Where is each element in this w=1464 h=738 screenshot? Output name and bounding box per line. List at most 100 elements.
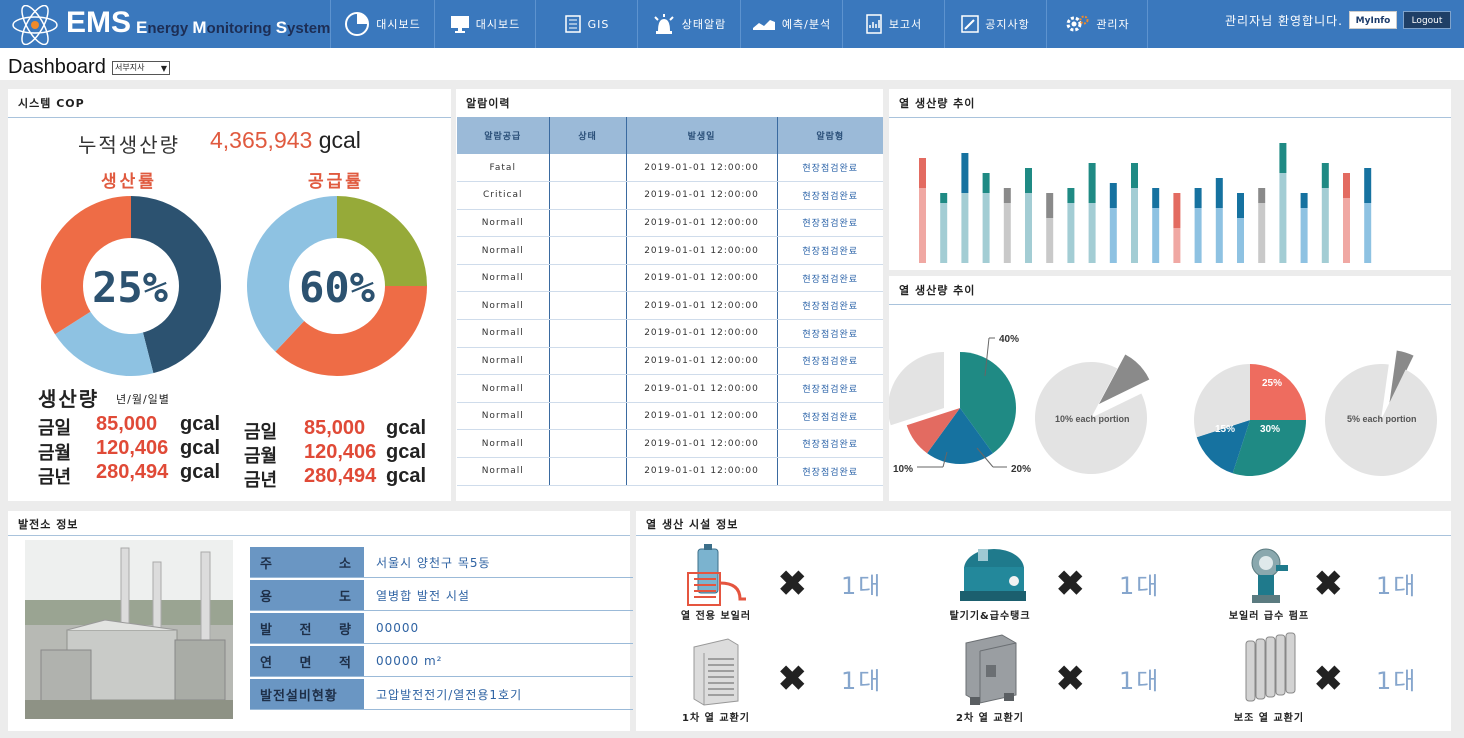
divider (889, 304, 1451, 305)
table-row[interactable]: Normall 2019-01-01 12:00:00 현장점검완료 (457, 457, 883, 486)
table-row[interactable]: Normall 2019-01-01 12:00:00 현장점검완료 (457, 319, 883, 348)
stat-value: 280,494 (96, 461, 169, 483)
nav-report[interactable]: 보고서 (842, 0, 944, 48)
facility-label: 보일러 급수 펌프 (1228, 611, 1310, 622)
divider (636, 535, 1451, 536)
plant-info-panel: 발전소 정보 주 소 서울시 양천구 목5동 용 도 열병합 발전 시설 발 전 량 00000 연… (8, 511, 633, 731)
alarm-type-cell: 현장점검완료 (777, 457, 883, 486)
stat-unit: gcal (180, 437, 221, 459)
bar-segment-top (1194, 188, 1202, 208)
plant-info-key: 연면적 (250, 646, 364, 676)
plant-info-key: 발전설비현황 (250, 679, 364, 709)
stat-unit: gcal (386, 417, 427, 439)
table-header-row: 알람공급 상태 발생일 알람형 (457, 117, 883, 154)
app-logo[interactable]: EMS Energy Monitoring System (6, 2, 336, 46)
bar-segment-bottom (1321, 188, 1329, 263)
alarm-level-cell: Normall (457, 402, 549, 431)
column-header[interactable]: 알람공급 (457, 117, 550, 154)
alarm-type-cell: 현장점검완료 (777, 181, 883, 210)
report-icon (866, 14, 882, 34)
table-row[interactable]: Normall 2019-01-01 12:00:00 현장점검완료 (457, 291, 883, 321)
bar-segment-bottom (1343, 198, 1350, 263)
nav-label: 공지사항 (985, 18, 1030, 31)
nav-notice[interactable]: 공지사항 (944, 0, 1046, 48)
divider (8, 117, 451, 118)
heat-exchanger-icon (693, 638, 739, 706)
nav-dashboard-1[interactable]: 대시보드 (330, 0, 434, 48)
column-header[interactable]: 발생일 (626, 117, 778, 154)
status-cell (548, 374, 627, 403)
bar-segment-bottom (1025, 193, 1032, 263)
radiator-icon (1245, 632, 1296, 702)
table-row[interactable]: Critical 2019-01-01 12:00:00 현장점검완료 (457, 181, 883, 210)
status-cell (548, 457, 627, 486)
alarm-level-cell: Normall (457, 209, 549, 238)
bar-segment-bottom (1088, 203, 1096, 263)
bar-segment-top (1258, 188, 1266, 203)
bar-segment-top (1364, 168, 1372, 203)
plant-info-key: 발전량 (250, 613, 364, 643)
bar-segment-top (1215, 178, 1223, 208)
table-row[interactable]: Normall 2019-01-01 12:00:00 현장점검완료 (457, 374, 883, 403)
logout-button[interactable]: Logout (1403, 11, 1451, 29)
table-row[interactable]: Normall 2019-01-01 12:00:00 현장점검완료 (457, 236, 883, 265)
facility-count: 1대 (1376, 572, 1418, 600)
stat-label: 금년 (38, 467, 72, 488)
table-row[interactable]: Normall 2019-01-01 12:00:00 현장점검완료 (457, 347, 883, 376)
stat-label: 금월 (38, 443, 72, 464)
title-bar (0, 48, 1464, 80)
pie-label: 25% (1262, 378, 1282, 389)
bar-segment-top (1109, 183, 1117, 208)
pie-label: 15% (1215, 424, 1235, 435)
myinfo-button[interactable]: MyInfo (1349, 11, 1397, 29)
bar-segment-top (1173, 193, 1181, 228)
monitor-icon (450, 16, 469, 33)
facility-label: 탈기기&급수탱크 (949, 611, 1031, 622)
bar-segment-top (1131, 163, 1138, 188)
bar-segment-top (1321, 163, 1329, 188)
panel-title: 알람이력 (466, 97, 511, 110)
bar-segment-bottom (1258, 203, 1266, 263)
alarm-level-cell: Normall (457, 374, 549, 403)
close-icon: ✖ (1314, 565, 1343, 603)
trend-icon (752, 20, 775, 30)
plant-info-value: 고압발전전기/열전용1호기 (376, 687, 523, 702)
panel-title: 발전소 정보 (18, 518, 79, 531)
table-row[interactable]: Normall 2019-01-01 12:00:00 현장점검완료 (457, 264, 883, 293)
date-cell: 2019-01-01 12:00:00 (626, 374, 778, 403)
table-row[interactable]: Normall 2019-01-01 12:00:00 현장점검완료 (457, 429, 883, 459)
site-select[interactable]: 서부지사 ▼ (112, 61, 170, 75)
plant-info-key: 주소 (250, 547, 364, 577)
bar-segment-top (1300, 193, 1308, 208)
bar-segment-bottom (1237, 218, 1244, 263)
table-row[interactable]: Fatal 2019-01-01 12:00:00 현장점검완료 (457, 154, 883, 183)
nav-dashboard-2[interactable]: 대시보드 (434, 0, 535, 48)
production-rate-value: 25% (92, 263, 168, 312)
welcome-message: 관리자님 환영합니다. (1225, 14, 1343, 28)
bar-segment-top (940, 193, 948, 203)
date-cell: 2019-01-01 12:00:00 (626, 181, 778, 210)
bar-segment-bottom (919, 188, 926, 263)
alarm-level-cell: Normall (457, 347, 549, 376)
alarm-level-cell: Normall (457, 429, 549, 459)
alarm-level-cell: Critical (457, 181, 549, 210)
nav-forecast-analysis[interactable]: 예측/분석 (740, 0, 842, 48)
nav-status-alarm[interactable]: 상태알람 (637, 0, 740, 48)
pump-icon (1251, 548, 1288, 603)
column-header[interactable]: 상태 (549, 117, 627, 154)
column-header[interactable]: 알람형 (777, 117, 883, 154)
alarm-type-cell: 현장점검완료 (777, 209, 883, 238)
boiler-icon (687, 544, 746, 606)
facility-count: 1대 (841, 572, 883, 600)
plant-info-key: 용도 (250, 580, 364, 610)
table-row[interactable]: Normall 2019-01-01 12:00:00 현장점검완료 (457, 209, 883, 238)
date-cell: 2019-01-01 12:00:00 (626, 347, 778, 376)
nav-gis[interactable]: GIS (535, 0, 637, 48)
panel-title: 열 생산 시설 정보 (646, 518, 739, 531)
date-cell: 2019-01-01 12:00:00 (626, 319, 778, 348)
bar-segment-top (1237, 193, 1244, 218)
plant-info-row: 발전설비현황 고압발전전기/열전용1호기 (250, 679, 633, 710)
alarm-level-cell: Normall (457, 264, 549, 293)
nav-admin[interactable]: 관리자 (1046, 0, 1148, 48)
table-row[interactable]: Normall 2019-01-01 12:00:00 현장점검완료 (457, 402, 883, 431)
